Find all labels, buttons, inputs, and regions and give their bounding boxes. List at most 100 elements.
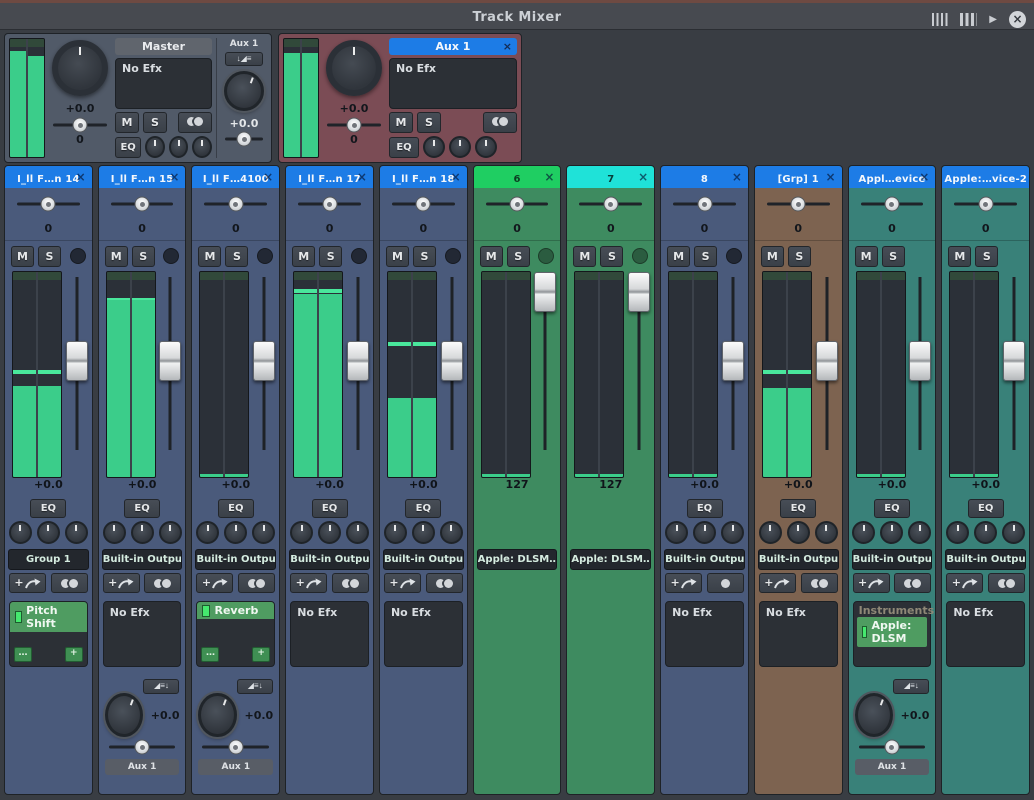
channel-close-icon[interactable]: ×	[451, 166, 461, 188]
add-send-button[interactable]: +	[384, 573, 421, 593]
eq-low-knob[interactable]	[290, 521, 313, 544]
fader-handle[interactable]	[66, 341, 88, 381]
aux-gain-knob[interactable]	[326, 40, 382, 96]
plugin-add-button[interactable]: +	[252, 647, 270, 662]
aux-mute-button[interactable]: M	[389, 112, 413, 133]
plugin-row[interactable]: Apple: DLSM	[857, 617, 928, 647]
channel-header[interactable]: Appl…evice ×	[849, 166, 936, 188]
master-mute-button[interactable]: M	[115, 112, 139, 133]
mute-button[interactable]: M	[386, 246, 409, 267]
record-arm-indicator[interactable]	[351, 248, 367, 264]
volume-fader[interactable]	[906, 271, 934, 478]
solo-button[interactable]: S	[600, 246, 623, 267]
aux-pan-slider[interactable]	[323, 117, 385, 133]
solo-button[interactable]: S	[975, 246, 998, 267]
eq-low-knob[interactable]	[665, 521, 688, 544]
aux-send-slider[interactable]	[198, 739, 273, 755]
fader-handle[interactable]	[441, 341, 463, 381]
stereo-mono-button[interactable]	[894, 573, 931, 593]
plugin-more-button[interactable]: …	[14, 647, 32, 662]
channel-header[interactable]: I_ll F…n 14 ×	[5, 166, 92, 188]
master-aux-slider[interactable]	[221, 131, 267, 147]
channel-close-icon[interactable]: ×	[357, 166, 367, 188]
aux-send-slider[interactable]	[105, 739, 180, 755]
channel-close-icon[interactable]: ×	[544, 166, 554, 188]
master-name-header[interactable]: Master	[115, 38, 212, 55]
volume-fader[interactable]	[813, 271, 841, 478]
eq-button[interactable]: EQ	[312, 499, 348, 518]
eq-mid-knob[interactable]	[974, 521, 997, 544]
pan-slider[interactable]	[474, 188, 561, 222]
fader-handle[interactable]	[909, 341, 931, 381]
plugin-row[interactable]: Reverb	[197, 602, 274, 619]
stereo-mono-button[interactable]	[332, 573, 369, 593]
aux-eq-low-knob[interactable]	[423, 136, 445, 158]
stereo-mono-button[interactable]	[801, 573, 838, 593]
effects-box[interactable]: No Efx	[759, 601, 838, 667]
eq-button[interactable]: EQ	[874, 499, 910, 518]
fader-handle[interactable]	[253, 341, 275, 381]
channel-header[interactable]: I_ll F…n 17 ×	[286, 166, 373, 188]
volume-fader[interactable]	[719, 271, 747, 478]
stereo-mono-button[interactable]	[707, 573, 744, 593]
master-aux-send-knob[interactable]	[224, 71, 264, 111]
aux-eq-high-knob[interactable]	[475, 136, 497, 158]
mute-button[interactable]: M	[573, 246, 596, 267]
channel-close-icon[interactable]: ×	[169, 166, 179, 188]
record-arm-indicator[interactable]	[70, 248, 86, 264]
aux-stereo-button[interactable]	[483, 112, 517, 133]
channel-header[interactable]: I_ll F…n 15 ×	[99, 166, 186, 188]
master-effects-box[interactable]: No Efx	[115, 58, 212, 109]
eq-high-knob[interactable]	[440, 521, 463, 544]
stereo-mono-button[interactable]	[988, 573, 1025, 593]
master-eq-mid-knob[interactable]	[169, 136, 189, 158]
channel-close-icon[interactable]: ×	[732, 166, 742, 188]
plugin-enabled-indicator[interactable]	[15, 611, 22, 623]
output-selector[interactable]: Group 1	[8, 549, 89, 570]
plugin-more-button[interactable]: …	[201, 647, 219, 662]
eq-high-knob[interactable]	[815, 521, 838, 544]
eq-button[interactable]: EQ	[30, 499, 66, 518]
eq-high-knob[interactable]	[346, 521, 369, 544]
fader-handle[interactable]	[347, 341, 369, 381]
fader-handle[interactable]	[1003, 341, 1025, 381]
volume-fader[interactable]	[63, 271, 91, 478]
solo-button[interactable]: S	[132, 246, 155, 267]
add-send-button[interactable]: +	[946, 573, 983, 593]
effects-box[interactable]: No Efx	[290, 601, 369, 667]
solo-button[interactable]: S	[788, 246, 811, 267]
add-send-button[interactable]: +	[103, 573, 140, 593]
wide-meters-icon[interactable]	[960, 13, 977, 26]
eq-mid-knob[interactable]	[131, 521, 154, 544]
master-eq-high-knob[interactable]	[192, 136, 212, 158]
volume-fader[interactable]	[250, 271, 278, 478]
aux-send-knob[interactable]	[198, 693, 236, 737]
effects-box[interactable]: No Efx	[384, 601, 463, 667]
aux-send-slider[interactable]	[855, 739, 930, 755]
aux-close-icon[interactable]: ×	[503, 38, 512, 55]
fader-handle[interactable]	[159, 341, 181, 381]
add-send-button[interactable]: +	[9, 573, 46, 593]
fader-handle[interactable]	[722, 341, 744, 381]
volume-fader[interactable]	[344, 271, 372, 478]
channel-header[interactable]: 8 ×	[661, 166, 748, 188]
plugin-enabled-indicator[interactable]	[862, 626, 868, 638]
channel-header[interactable]: [Grp] 1 ×	[755, 166, 842, 188]
eq-low-knob[interactable]	[384, 521, 407, 544]
solo-button[interactable]: S	[225, 246, 248, 267]
stereo-mono-button[interactable]	[238, 573, 275, 593]
channel-close-icon[interactable]: ×	[826, 166, 836, 188]
eq-high-knob[interactable]	[1002, 521, 1025, 544]
eq-mid-knob[interactable]	[412, 521, 435, 544]
add-send-button[interactable]: +	[196, 573, 233, 593]
aux-eq-mid-knob[interactable]	[449, 136, 471, 158]
aux-send-knob[interactable]	[105, 693, 143, 737]
solo-button[interactable]: S	[882, 246, 905, 267]
aux-name-header[interactable]: Aux 1 ×	[389, 38, 517, 55]
solo-button[interactable]: S	[507, 246, 530, 267]
eq-low-knob[interactable]	[852, 521, 875, 544]
pan-slider[interactable]	[661, 188, 748, 222]
volume-fader[interactable]	[156, 271, 184, 478]
mute-button[interactable]: M	[480, 246, 503, 267]
channel-header[interactable]: I_ll F…4100 ×	[192, 166, 279, 188]
